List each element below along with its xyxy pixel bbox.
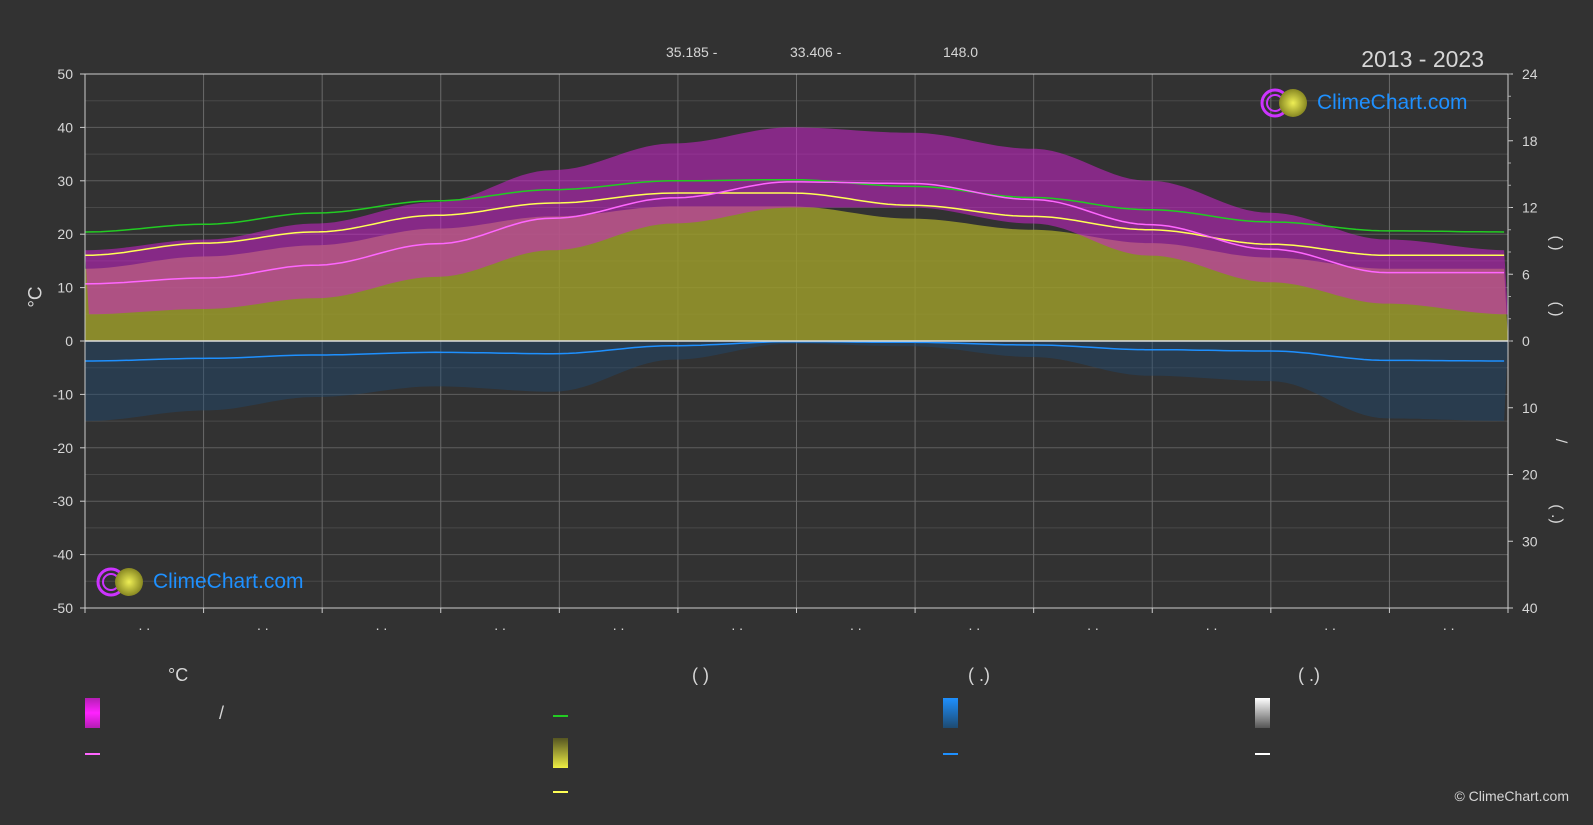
logo-icon [1260, 88, 1307, 118]
legend-snow-mean-swatch [1255, 753, 1270, 755]
logo-text: ClimeChart.com [1317, 91, 1468, 114]
legend-rain-swatch [943, 698, 958, 728]
left-tick-label: -30 [53, 493, 73, 509]
legend-daylight-swatch [553, 715, 568, 717]
logo-bottom[interactable]: ClimeChart.com [95, 566, 304, 598]
legend-snow-head: ( .) [1298, 665, 1320, 685]
x-tick-label: . . [494, 617, 506, 633]
logo-text: ClimeChart.com [153, 570, 304, 593]
x-tick-label: . . [969, 617, 981, 633]
x-tick-label: . . [850, 617, 862, 633]
left-tick-label: -50 [53, 600, 73, 616]
right-axis-ticks: 24 18 12 6 0 10 20 30 40 [1508, 66, 1538, 616]
right-tick-label: 20 [1522, 467, 1538, 483]
period-label: 2013 - 2023 [1361, 46, 1484, 72]
x-tick-label: . . [1206, 617, 1218, 633]
legend-temp-sep: / [219, 703, 225, 723]
right-axis-label-2: ( ) [1547, 301, 1565, 317]
legend-sun-head: ( ) [692, 665, 709, 685]
left-tick-label: 0 [65, 333, 73, 349]
legend-rain-head: ( .) [968, 665, 990, 685]
x-tick-label: . . [257, 617, 269, 633]
left-tick-label: 50 [57, 66, 73, 82]
logo-top[interactable]: ClimeChart.com [1259, 87, 1468, 119]
x-axis-ticks: . . . . . . . . . . . . . . . . . . . . . . . . [84, 608, 1509, 633]
left-tick-label: -10 [53, 386, 73, 402]
right-tick-label: 18 [1522, 133, 1538, 149]
left-tick-label: 20 [57, 226, 73, 242]
x-tick-label: . . [1443, 617, 1455, 633]
left-axis-label: °C [25, 286, 47, 308]
legend-temp-head: °C [168, 665, 189, 685]
stat-longitude: 33.406 - [790, 44, 842, 60]
climate-chart: 50 40 30 20 10 0 -10 -20 -30 -40 -50 24 18 12 6 0 10 20 3… [53, 66, 1538, 633]
legend-snow-swatch [1255, 698, 1270, 728]
right-axis-label-4: ( .) [1547, 504, 1565, 524]
left-tick-label: -40 [53, 547, 73, 563]
copyright: © ClimeChart.com [1454, 788, 1569, 804]
right-tick-label: 24 [1522, 66, 1538, 82]
right-tick-label: 30 [1522, 533, 1538, 549]
stat-latitude: 35.185 - [666, 44, 718, 60]
left-tick-label: -20 [53, 440, 73, 456]
legend-sunshine-mean-swatch [553, 791, 568, 793]
left-tick-label: 10 [57, 280, 73, 296]
right-tick-label: 10 [1522, 400, 1538, 416]
right-axis-label-1: ( ) [1547, 235, 1565, 251]
x-tick-label: . . [1087, 617, 1099, 633]
x-tick-label: . . [731, 617, 743, 633]
right-tick-label: 40 [1522, 600, 1538, 616]
legend-temp-range-swatch [85, 698, 100, 728]
x-tick-label: . . [138, 617, 150, 633]
legend-rain-mean-swatch [943, 753, 958, 755]
right-tick-label: 6 [1522, 266, 1530, 282]
right-tick-label: 0 [1522, 333, 1530, 349]
x-tick-label: . . [613, 617, 625, 633]
x-tick-label: . . [1324, 617, 1336, 633]
left-axis-ticks: 50 40 30 20 10 0 -10 -20 -30 -40 -50 [53, 66, 85, 616]
x-tick-label: . . [376, 617, 388, 633]
legend-sunshine-swatch [553, 738, 568, 768]
left-tick-label: 40 [57, 119, 73, 135]
right-tick-label: 12 [1522, 200, 1538, 216]
left-tick-label: 30 [57, 173, 73, 189]
right-axis-label-3: / [1552, 438, 1570, 444]
legend-temp-mean-swatch [85, 753, 100, 755]
logo-icon [96, 567, 143, 597]
stat-elevation: 148.0 [943, 44, 979, 60]
